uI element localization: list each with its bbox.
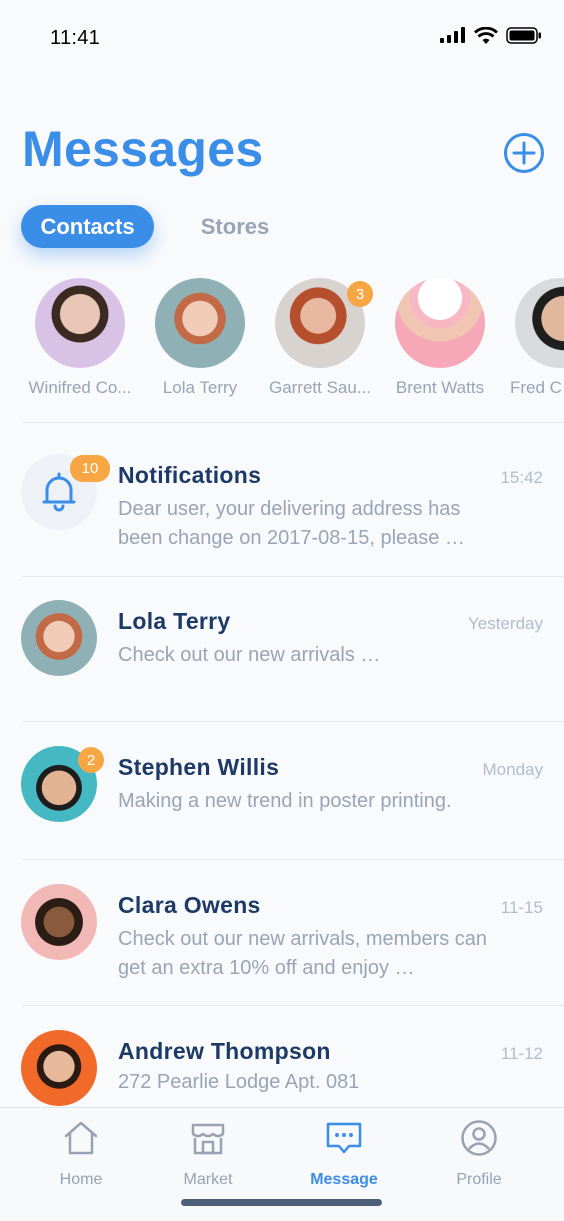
avatar: [155, 278, 245, 368]
contact-name: Winifred Co...: [28, 378, 132, 397]
message-preview: Dear user, your delivering address has b…: [118, 498, 465, 549]
message-preview: Check out our new arrivals, members can …: [118, 928, 488, 979]
unread-badge: 10: [70, 455, 110, 482]
tab-contacts[interactable]: Contacts: [21, 205, 154, 248]
nav-profile-label: Profile: [456, 1171, 502, 1188]
message-time: Yesterday: [468, 614, 543, 633]
home-icon: [64, 1121, 98, 1155]
status-time: 11:41: [50, 27, 101, 49]
unread-badge: 3: [347, 281, 373, 307]
message-time: 11-15: [500, 898, 543, 917]
message-row[interactable]: Clara Owens 11-15 Check out our new arri…: [0, 882, 564, 1005]
status-bar: 11:41: [0, 0, 564, 74]
contact-item[interactable]: 3 Garrett Sau...: [255, 278, 385, 403]
divider: [22, 1005, 564, 1006]
message-row[interactable]: Lola Terry Yesterday Check out our new a…: [0, 598, 564, 721]
message-sender: Notifications: [118, 462, 262, 488]
message-sender: Stephen Willis: [118, 754, 280, 780]
message-row[interactable]: 2 Stephen Willis Monday Making a new tre…: [0, 744, 564, 859]
avatar: [515, 278, 564, 368]
unread-badge: 2: [78, 747, 104, 773]
avatar: [21, 884, 97, 960]
avatar: [21, 600, 97, 676]
battery-icon: [506, 26, 541, 44]
message-preview: Check out our new arrivals …: [118, 644, 381, 666]
divider: [22, 721, 564, 722]
nav-message[interactable]: Message: [294, 1118, 394, 1190]
page-title: Messages: [22, 121, 264, 177]
store-icon: [191, 1123, 225, 1155]
nav-message-label: Message: [310, 1171, 378, 1188]
contact-name: Fred C: [510, 378, 562, 397]
contact-item[interactable]: Brent Watts: [375, 278, 505, 403]
avatar: [395, 278, 485, 368]
nav-home[interactable]: Home: [31, 1118, 131, 1190]
message-sender: Clara Owens: [118, 892, 261, 918]
profile-icon: [461, 1120, 497, 1156]
signal-icon: [440, 27, 465, 43]
contact-name: Garrett Sau...: [268, 378, 372, 397]
message-preview: 272 Pearlie Lodge Apt. 081: [118, 1071, 360, 1093]
contact-name: Brent Watts: [395, 378, 485, 397]
wifi-icon: [474, 26, 498, 44]
message-time: 15:42: [500, 468, 543, 487]
contact-item[interactable]: Lola Terry: [135, 278, 265, 403]
status-icons: [440, 24, 542, 46]
message-time: Monday: [482, 760, 543, 779]
message-row-notifications[interactable]: 10 Notifications 15:42 Dear user, your d…: [0, 452, 564, 576]
message-sender: Andrew Thompson: [118, 1038, 331, 1064]
contact-item[interactable]: Fred C: [495, 278, 564, 403]
contact-name: Lola Terry: [162, 378, 238, 397]
nav-profile[interactable]: Profile: [429, 1118, 529, 1190]
message-row[interactable]: Andrew Thompson 11-12 272 Pearlie Lodge …: [0, 1028, 564, 1107]
divider: [22, 859, 564, 860]
nav-home-label: Home: [59, 1171, 103, 1188]
divider: [22, 422, 564, 423]
chat-icon: [326, 1122, 362, 1154]
message-time: 11-12: [500, 1044, 543, 1063]
home-indicator: [181, 1199, 382, 1206]
contact-item[interactable]: Winifred Co...: [15, 278, 145, 403]
message-sender: Lola Terry: [118, 608, 231, 634]
avatar: [21, 1030, 97, 1106]
message-preview: Making a new trend in poster printing.: [118, 790, 452, 812]
avatar: [35, 278, 125, 368]
nav-market-label: Market: [183, 1171, 233, 1188]
tab-stores[interactable]: Stores: [180, 205, 290, 248]
add-icon[interactable]: [502, 131, 546, 175]
divider: [22, 576, 564, 577]
nav-market[interactable]: Market: [158, 1118, 258, 1190]
